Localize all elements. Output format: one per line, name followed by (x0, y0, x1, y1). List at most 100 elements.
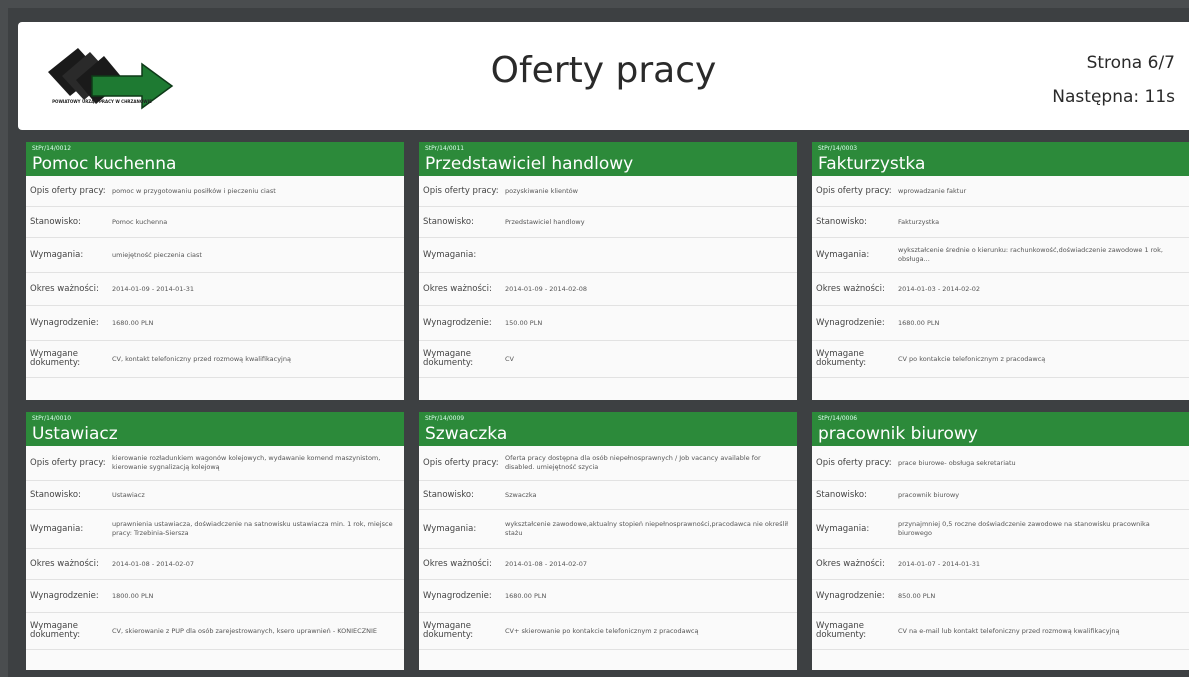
label-wymagania: Wymagania: (30, 249, 84, 260)
row-okres: Okres ważności: 2014-01-03 - 2014-02-02 (812, 273, 1189, 306)
label-opis: Opis oferty pracy: (30, 457, 106, 468)
row-wymagania: Wymagania: uprawnienia ustawiacza, doświa… (26, 510, 404, 549)
value-wynagrodzenie: 1800.00 PLN (112, 591, 154, 600)
logo-caption: POWIATOWY URZĄD PRACY W CHRZANOWIE (52, 99, 152, 104)
row-okres: Okres ważności: 2014-01-09 - 2014-01-31 (26, 273, 404, 306)
label-opis: Opis oferty pracy: (816, 457, 892, 468)
row-opis: Opis oferty pracy: pomoc w przygotowaniu … (26, 176, 404, 207)
row-stanowisko: Stanowisko: Pomoc kuchenna (26, 207, 404, 238)
label-opis: Opis oferty pracy: (423, 185, 499, 196)
label-wynagrodzenie: Wynagrodzenie: (30, 317, 99, 328)
label-okres: Okres ważności: (30, 558, 99, 569)
offers-grid: StPr/14/0012 Pomoc kuchenna Opis oferty … (26, 140, 1189, 672)
label-wynagrodzenie: Wynagrodzenie: (423, 590, 492, 601)
row-stanowisko: Stanowisko: Przedstawiciel handlowy (419, 207, 797, 238)
value-wynagrodzenie: 1680.00 PLN (898, 318, 940, 327)
label-wymagania: Wymagania: (423, 523, 477, 534)
value-okres: 2014-01-08 - 2014-02-07 (112, 559, 195, 568)
offer-title: Fakturzystka (818, 154, 926, 174)
row-stanowisko: Stanowisko: Fakturzystka (812, 207, 1189, 238)
row-okres: Okres ważności: 2014-01-07 - 2014-01-31 (812, 549, 1189, 580)
value-wymagania: przynajmniej 0,5 roczne doświadczenie za… (898, 520, 1150, 537)
row-opis: Opis oferty pracy: kierowanie rozładunkie… (26, 446, 404, 481)
row-opis: Opis oferty pracy: wprowadzanie faktur (812, 176, 1189, 207)
row-wynagrodzenie: Wynagrodzenie: 1680.00 PLN (812, 306, 1189, 341)
value-stanowisko: pracownik biurowy (898, 490, 960, 499)
label-stanowisko: Stanowisko: (423, 489, 474, 500)
label-dokumenty: Wymagane dokumenty: (30, 621, 81, 640)
label-wymagania: Wymagania: (423, 249, 477, 260)
label-opis: Opis oferty pracy: (423, 457, 499, 468)
offer-card[interactable]: StPr/14/0011 Przedstawiciel handlowy Opi… (419, 142, 797, 400)
offer-title: Szwaczka (425, 424, 508, 444)
value-wymagania: wykształcenie zawodowe,aktualny stopień … (505, 520, 788, 537)
row-okres: Okres ważności: 2014-01-09 - 2014-02-08 (419, 273, 797, 306)
label-dokumenty: Wymagane dokumenty: (30, 349, 81, 368)
pager: Strona 6/7 Następna: 11s (1052, 46, 1175, 114)
label-wynagrodzenie: Wynagrodzenie: (30, 590, 99, 601)
value-opis: kierowanie rozładunkiem wagonów kolejowy… (112, 454, 381, 471)
row-dokumenty: Wymagane dokumenty: CV na e-mail lub kont… (812, 613, 1189, 650)
row-stanowisko: Stanowisko: Szwaczka (419, 481, 797, 510)
value-opis: Oferta pracy dostępna dla osób niepełnos… (505, 454, 761, 471)
offer-card[interactable]: StPr/14/0012 Pomoc kuchenna Opis oferty … (26, 142, 404, 400)
offer-title: Pomoc kuchenna (32, 154, 177, 174)
value-stanowisko: Ustawiacz (112, 490, 145, 499)
value-okres: 2014-01-08 - 2014-02-07 (505, 559, 588, 568)
offer-header: StPr/14/0012 Pomoc kuchenna (26, 142, 404, 176)
offer-code: StPr/14/0006 (818, 415, 858, 422)
label-opis: Opis oferty pracy: (816, 185, 892, 196)
value-wynagrodzenie: 150.00 PLN (505, 318, 543, 327)
value-dokumenty: CV+ skierowanie po kontakcie telefoniczn… (505, 626, 699, 635)
label-okres: Okres ważności: (423, 558, 492, 569)
row-okres: Okres ważności: 2014-01-08 - 2014-02-07 (26, 549, 404, 580)
row-wynagrodzenie: Wynagrodzenie: 1800.00 PLN (26, 580, 404, 613)
row-opis: Opis oferty pracy: pozyskiwanie klientów (419, 176, 797, 207)
label-wynagrodzenie: Wynagrodzenie: (423, 317, 492, 328)
value-okres: 2014-01-07 - 2014-01-31 (898, 559, 981, 568)
value-opis: wprowadzanie faktur (898, 186, 967, 195)
label-stanowisko: Stanowisko: (423, 216, 474, 227)
value-stanowisko: Szwaczka (505, 490, 537, 499)
header-panel: POWIATOWY URZĄD PRACY W CHRZANOWIE Ofert… (18, 22, 1189, 130)
value-wynagrodzenie: 1680.00 PLN (505, 591, 547, 600)
row-wynagrodzenie: Wynagrodzenie: 150.00 PLN (419, 306, 797, 341)
offer-header: StPr/14/0010 Ustawiacz (26, 412, 404, 446)
offer-title: pracownik biurowy (818, 424, 978, 444)
offer-header: StPr/14/0009 Szwaczka (419, 412, 797, 446)
value-wymagania: wykształcenie średnie o kierunku: rachun… (898, 246, 1163, 263)
page-indicator: Strona 6/7 (1086, 53, 1175, 73)
label-dokumenty: Wymagane dokumenty: (423, 349, 474, 368)
offer-card[interactable]: StPr/14/0003 Fakturzystka Opis oferty pr… (812, 142, 1189, 400)
value-stanowisko: Fakturzystka (898, 217, 940, 226)
label-stanowisko: Stanowisko: (816, 489, 867, 500)
offer-header: StPr/14/0006 pracownik biurowy (812, 412, 1189, 446)
label-dokumenty: Wymagane dokumenty: (816, 621, 867, 640)
row-wymagania: Wymagania: przynajmniej 0,5 roczne doświa… (812, 510, 1189, 549)
label-stanowisko: Stanowisko: (816, 216, 867, 227)
value-wynagrodzenie: 1680.00 PLN (112, 318, 154, 327)
row-dokumenty: Wymagane dokumenty: CV, kontakt telefonic… (26, 341, 404, 378)
label-dokumenty: Wymagane dokumenty: (816, 349, 867, 368)
value-opis: pozyskiwanie klientów (505, 186, 578, 195)
label-wynagrodzenie: Wynagrodzenie: (816, 590, 885, 601)
offer-title: Przedstawiciel handlowy (425, 154, 634, 174)
offer-code: StPr/14/0011 (425, 145, 465, 152)
value-dokumenty: CV po kontakcie telefonicznym z pracodaw… (898, 354, 1046, 363)
value-wymagania: umiejętność pieczenia ciast (112, 250, 202, 259)
row-wymagania: Wymagania: wykształcenie średnie o kierun… (812, 238, 1189, 273)
row-dokumenty: Wymagane dokumenty: CV+ skierowanie po ko… (419, 613, 797, 650)
row-stanowisko: Stanowisko: Ustawiacz (26, 481, 404, 510)
offer-card[interactable]: StPr/14/0009 Szwaczka Opis oferty pracy:… (419, 412, 797, 670)
page-title: Oferty pracy (490, 50, 717, 91)
row-wynagrodzenie: Wynagrodzenie: 1680.00 PLN (419, 580, 797, 613)
row-opis: Opis oferty pracy: Oferta pracy dostępna … (419, 446, 797, 481)
offer-title: Ustawiacz (32, 424, 118, 444)
next-countdown: Następna: 11s (1052, 87, 1175, 107)
offer-header: StPr/14/0011 Przedstawiciel handlowy (419, 142, 797, 176)
offer-card[interactable]: StPr/14/0010 Ustawiacz Opis oferty pracy… (26, 412, 404, 670)
label-wymagania: Wymagania: (816, 249, 870, 260)
row-wymagania: Wymagania: umiejętność pieczenia ciast (26, 238, 404, 273)
offer-code: StPr/14/0010 (32, 415, 72, 422)
offer-card[interactable]: StPr/14/0006 pracownik biurowy Opis ofer… (812, 412, 1189, 670)
